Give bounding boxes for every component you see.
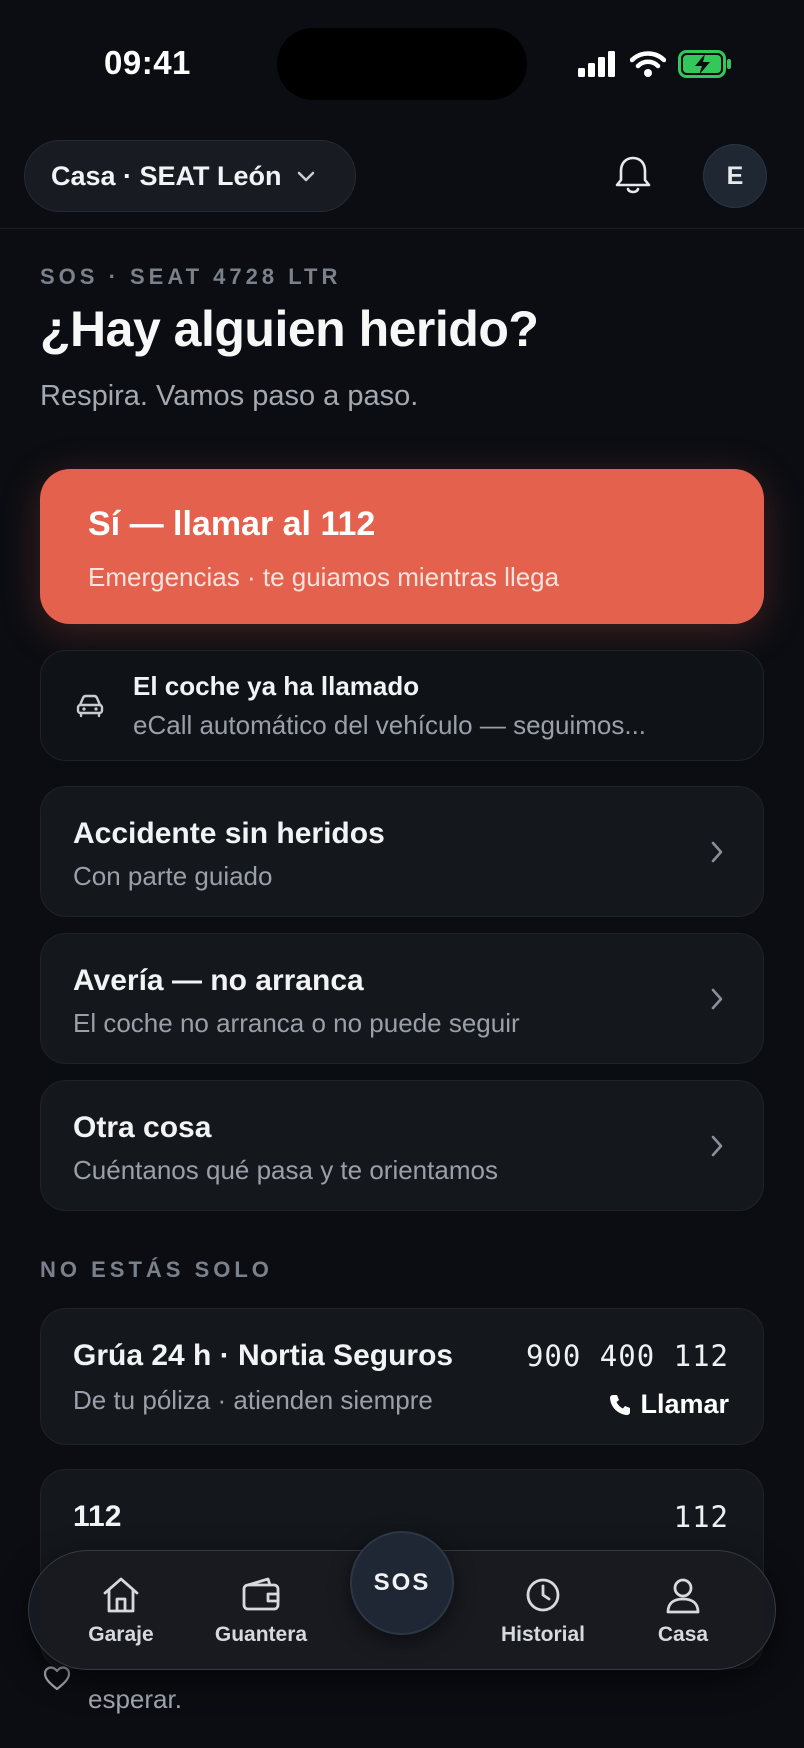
wifi-icon [630,51,666,77]
option-title: Otra cosa [73,1111,212,1144]
profile-switcher-label: Casa · SEAT León [51,160,282,191]
option-title: Accidente sin heridos [73,817,385,850]
header-divider [0,228,804,229]
contact-tow-truck[interactable]: Grúa 24 h · Nortia Seguros De tu póliza … [40,1308,764,1445]
page-title: ¿Hay alguien herido? [40,301,539,357]
ecall-subtitle: eCall automático del vehículo — seguimos… [133,709,647,740]
option-subtitle: El coche no arranca o no puede seguir [73,1008,520,1038]
profile-switcher[interactable]: Casa · SEAT León [24,140,356,212]
ecall-title: El coche ya ha llamado [133,670,420,701]
option-accident-no-injuries[interactable]: Accidente sin heridos Con parte guiado [40,786,764,917]
chevron-right-icon [711,988,723,1009]
wallet-icon [242,1577,280,1611]
call-112-button[interactable]: Sí — llamar al 112 Emergencias · te guia… [40,469,764,624]
chevron-down-icon [297,171,314,182]
option-breakdown[interactable]: Avería — no arranca El coche no arranca … [40,933,764,1064]
battery-charging-icon [678,50,731,78]
chevron-right-icon [711,1135,723,1156]
phone-icon [610,1394,631,1415]
status-icons [578,50,732,78]
call-tow-button[interactable]: Llamar [608,1389,729,1420]
call-112-title: Sí — llamar al 112 [88,505,376,543]
tab-historial[interactable]: Historial [483,1551,603,1671]
car-icon [76,694,104,717]
house-icon [103,1577,139,1613]
status-time: 09:41 [104,44,191,81]
call-label: Llamar [640,1389,729,1419]
person-icon [666,1578,700,1614]
contact-phone-number: 900 400 112 [525,1339,729,1373]
chevron-right-icon [711,841,723,862]
sos-tab-button[interactable]: SOS [350,1531,454,1635]
cellular-signal-icon [578,51,615,77]
page-subtitle: Respira. Vamos paso a paso. [40,380,419,412]
tab-casa[interactable]: Casa [623,1551,743,1671]
call-112-subtitle: Emergencias · te guiamos mientras llega [88,562,560,592]
tab-label: Historial [500,1623,586,1646]
sos-screen: 09:41 Casa · SEAT León E SOS · SEAT 4728… [0,0,804,1748]
support-footnote: esperar. [88,1684,182,1714]
support-section-label: NO ESTÁS SOLO [40,1257,273,1282]
contact-title: 112 [73,1500,122,1533]
tab-label: Casa [657,1623,709,1646]
user-avatar[interactable]: E [703,144,767,208]
option-subtitle: Con parte guiado [73,861,273,891]
option-other[interactable]: Otra cosa Cuéntanos qué pasa y te orient… [40,1080,764,1211]
option-title: Avería — no arranca [73,964,364,997]
contact-phone-number: 112 [673,1500,729,1534]
tab-label: Guantera [214,1623,308,1646]
clock-icon [526,1578,560,1612]
option-subtitle: Cuéntanos qué pasa y te orientamos [73,1155,498,1185]
tab-label: Garaje [88,1623,154,1646]
ecall-option[interactable]: El coche ya ha llamado eCall automático … [40,650,764,761]
tab-guantera[interactable]: Guantera [201,1551,321,1671]
tab-garaje[interactable]: Garaje [61,1551,181,1671]
notifications-bell-icon[interactable] [610,152,656,198]
dynamic-island [277,28,527,100]
vehicle-eyebrow: SOS · SEAT 4728 LTR [40,264,342,289]
